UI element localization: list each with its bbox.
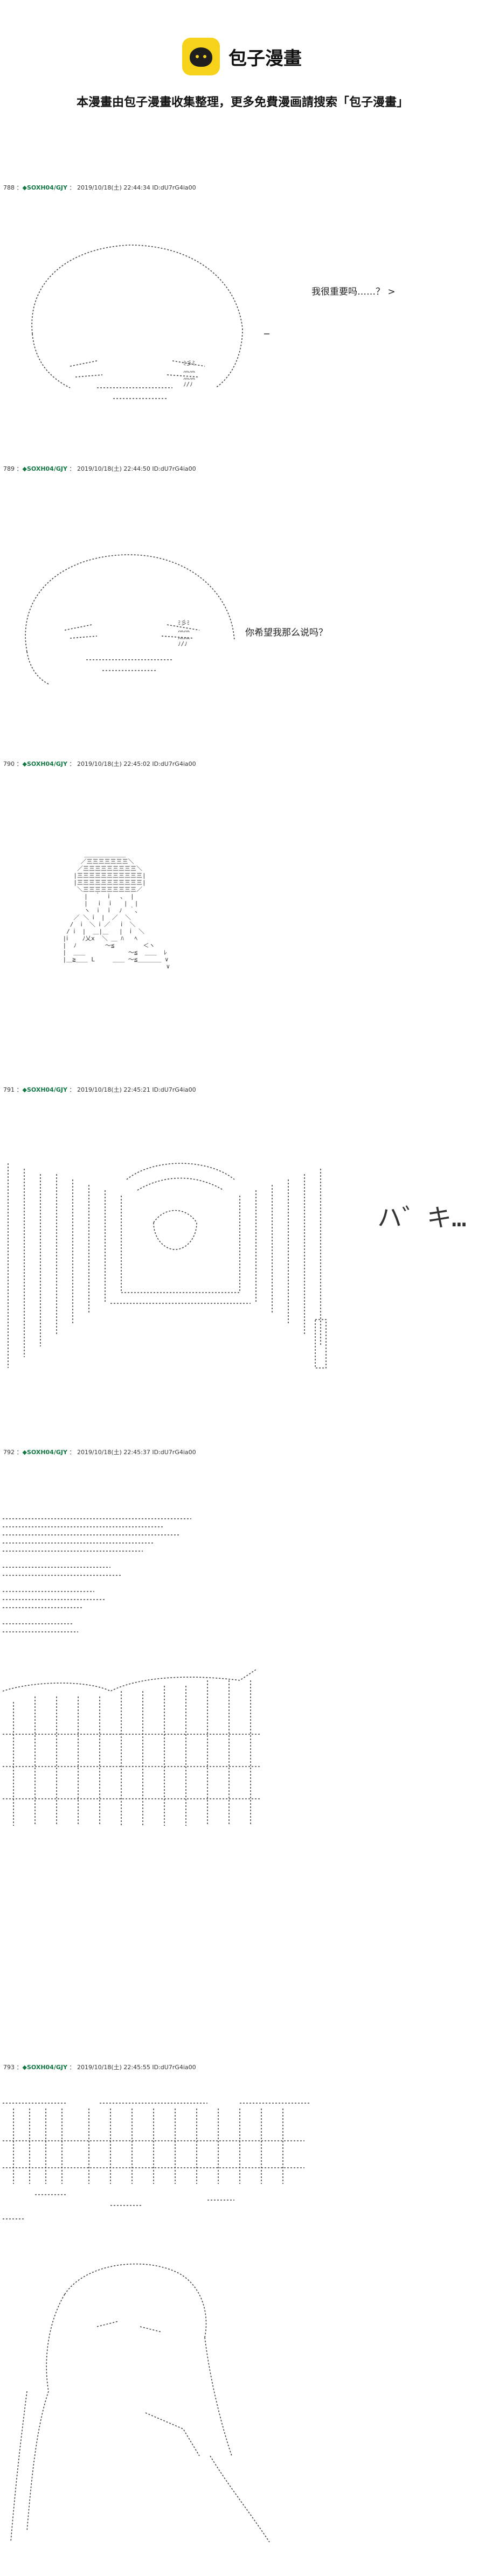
ascii-art-silhouette-793 [10,2263,270,2543]
site-notice: 本漫畫由包子漫畫收集整理，更多免費漫画請搜索「包子漫畫」 [76,96,408,109]
post-header-789: 789 ：◆SOXH04/GJY ： 2019/10/18(土) 22:44:5… [3,465,196,472]
ascii-art-lines-792 [3,1518,191,1632]
ascii-art-corridor-791 [8,1163,327,1369]
poster-name: ◆SOXH04/GJY [22,184,67,191]
ascii-art-face-788 [31,245,269,399]
speech-789: 你希望我那么说吗？ [245,627,328,638]
speech-791: ハ゛キ… [377,1203,467,1232]
ascii-blush-788: ﾐ彡ﾐ 灬灬 灬灬 ﾉ/ﾉ [183,360,195,388]
ascii-art-crowd-793 [3,2103,310,2219]
post-header-791: 791 ：◆SOXH04/GJY ： 2019/10/18(土) 22:45:2… [3,1086,196,1093]
post-header-793: 793 ：◆SOXH04/GJY ： 2019/10/18(土) 22:45:5… [3,2064,196,2071]
ascii-art-crowd-792 [3,1670,261,1826]
post-header-790: 790 ：◆SOXH04/GJY ： 2019/10/18(土) 22:45:0… [3,760,196,767]
site-header: 包子漫畫 本漫畫由包子漫畫收集整理，更多免費漫画請搜索「包子漫畫」 [0,0,485,145]
post-number: 788 [3,184,15,191]
post-datetime: 2019/10/18(土) 22:44:34 [77,184,150,191]
post-id: ID:dU7rG4ia00 [152,184,196,191]
post-header-788: 788 ：◆SOXH04/GJY ： 2019/10/18(土) 22:44:3… [3,184,196,191]
site-logo[interactable]: 包子漫畫 [182,38,302,75]
speech-788: 我很重要吗……？ > [311,287,396,297]
site-logo-text: 包子漫畫 [228,47,302,69]
ascii-art-figure-790: ＿＿＿＿＿＿＿ ／三三三三三三三＼ ／三三三三三三三三三＼ |三三三三三三三三三… [63,851,170,970]
bun-logo-icon [182,38,220,75]
post-header-792: 792 ：◆SOXH04/GJY ： 2019/10/18(土) 22:45:3… [3,1449,196,1456]
ascii-art-face-789 [25,554,235,685]
ascii-blush-789: ﾐ彡ﾐ 灬灬 灬灬 ﾉ/ﾉ [178,619,190,647]
